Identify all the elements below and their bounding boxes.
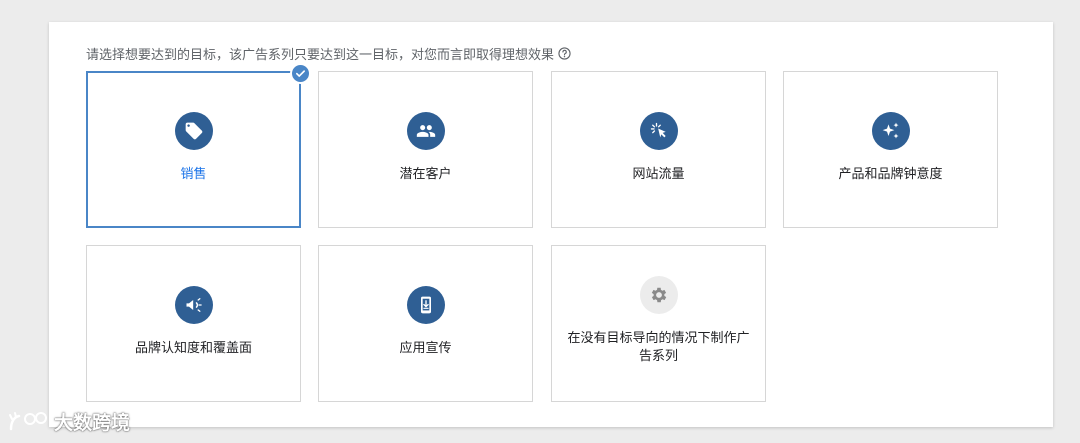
goal-label: 网站流量 [632, 167, 685, 182]
watermark: 大数跨境 [6, 408, 130, 435]
cursor-click-icon [650, 122, 666, 138]
goal-card-website-traffic[interactable]: 网站流量 [551, 71, 766, 228]
watermark-text: 大数跨境 [54, 412, 131, 434]
goal-prompt: 请选择想要达到的目标，该广告系列只要达到这一目标，对您而言即取得理想效果 [86, 44, 571, 63]
watermark-logo-icon [9, 411, 47, 430]
goal-icon-circle [174, 286, 213, 324]
check-icon [296, 70, 305, 77]
gear-icon [651, 287, 666, 303]
selected-check-badge [290, 63, 311, 84]
goal-card-app-promotion[interactable]: 应用宣传 [318, 245, 533, 402]
goal-label: 品牌认知度和覆盖面 [134, 341, 252, 356]
goal-card-sales[interactable]: 销售 [86, 71, 301, 228]
sparkle-icon [882, 122, 898, 139]
goal-card-leads[interactable]: 潜在客户 [318, 71, 533, 228]
goal-card-no-goal[interactable]: 在没有目标导向的情况下制作广告系列 [551, 245, 766, 402]
megaphone-icon [186, 298, 202, 312]
people-icon [416, 125, 435, 137]
goal-prompt-text: 请选择想要达到的目标，该广告系列只要达到这一目标，对您而言即取得理想效果 [86, 48, 555, 63]
help-circle-icon[interactable] [558, 47, 571, 60]
goal-icon-circle [406, 112, 445, 150]
goal-label: 潜在客户 [399, 167, 452, 182]
goal-label: 销售 [180, 167, 207, 182]
goal-icon-circle [174, 112, 213, 150]
goal-icon-circle [406, 286, 445, 324]
goal-icon-circle [639, 276, 678, 314]
tag-icon [185, 122, 202, 140]
goal-icon-circle [639, 112, 678, 150]
goal-card-brand-awareness[interactable]: 品牌认知度和覆盖面 [86, 245, 301, 402]
goal-card-brand-consideration[interactable]: 产品和品牌钟意度 [783, 71, 998, 228]
goal-icon-circle [871, 112, 910, 150]
goal-label: 应用宣传 [399, 341, 452, 356]
goal-selection-panel: 请选择想要达到的目标，该广告系列只要达到这一目标，对您而言即取得理想效果 销售 … [49, 22, 1053, 427]
goal-label: 在没有目标导向的情况下制作广告系列 [567, 331, 750, 364]
phone-download-icon [420, 296, 431, 314]
goal-label: 产品和品牌钟意度 [838, 167, 943, 182]
